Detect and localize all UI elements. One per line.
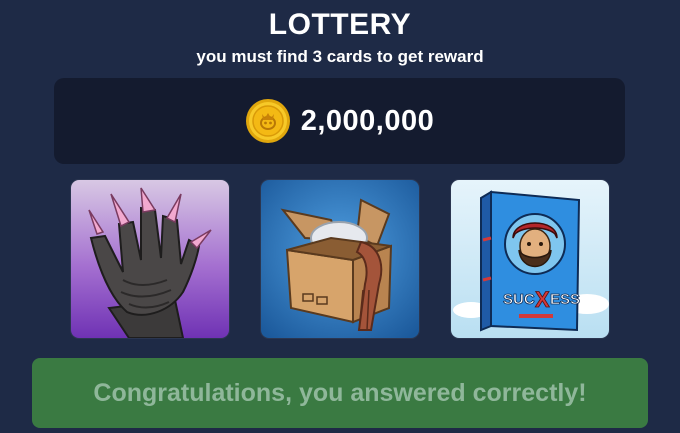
result-message: Congratulations, you answered correctly! [93,378,587,407]
result-banner: Congratulations, you answered correctly! [32,358,648,428]
success-book-icon: SUC X ESS [451,180,609,338]
book-title: SUC [503,291,535,308]
page-title: LOTTERY [268,8,412,41]
reward-panel: 2,000,000 [54,78,625,164]
svg-text:X: X [535,287,550,312]
page-subtitle: you must find 3 cards to get reward [196,47,484,66]
gloved-hand-with-pink-nails-icon [71,180,229,338]
lottery-card-3[interactable]: SUC X ESS [451,180,609,338]
reward-amount: 2,000,000 [300,104,435,137]
svg-text:ESS: ESS [550,291,580,308]
gold-coin-icon [245,99,290,143]
lottery-card-2[interactable] [261,180,419,338]
open-cardboard-box-icon [261,180,419,338]
lottery-card-1[interactable] [71,180,229,338]
